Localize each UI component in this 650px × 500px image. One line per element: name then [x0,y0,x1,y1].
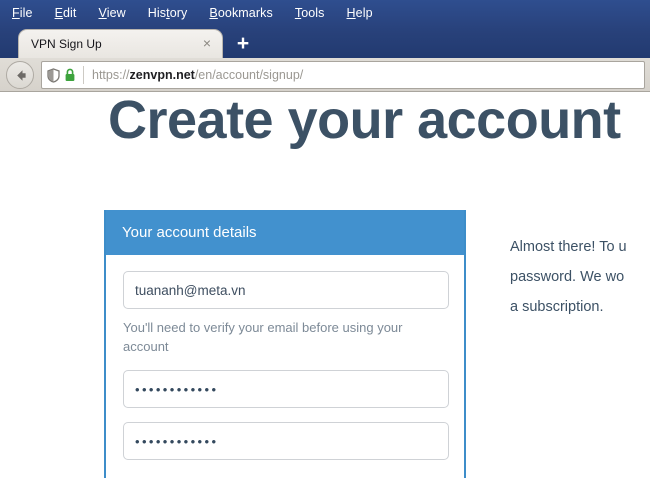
side-copy-line-3: a subscription. [510,299,604,315]
menu-label-help: elp [355,5,373,20]
page-title: Create your account [108,92,621,150]
menu-item-view[interactable]: View [99,6,126,20]
email-field-value: tuananh@meta.vn [135,282,246,298]
menu-accel-help: H [346,5,356,20]
close-icon[interactable]: × [198,35,216,53]
tab-title: VPN Sign Up [31,37,102,51]
account-details-panel: Your account details tuananh@meta.vn You… [104,210,466,478]
tab-vpn-sign-up[interactable]: VPN Sign Up × [18,29,223,58]
panel-header: Your account details [106,210,464,255]
menu-item-bookmarks[interactable]: Bookmarks [209,6,272,20]
menu-item-help[interactable]: Help [347,6,373,20]
menu-item-edit[interactable]: Edit [55,6,77,20]
page-content: Create your account Your account details… [0,92,650,500]
title-bar: File Edit View History Bookmarks Tools H… [0,0,650,58]
url-scheme: https:// [92,68,130,82]
menu-item-tools[interactable]: Tools [295,6,325,20]
browser-window: File Edit View History Bookmarks Tools H… [0,0,650,500]
menu-accel-edit: E [54,5,63,20]
url-separator [83,66,84,84]
menu-item-history[interactable]: History [148,6,188,20]
confirm-password-field[interactable]: •••••••••••• [123,422,449,460]
menu-label-file: ile [19,5,33,20]
side-copy-line-1: Almost there! To u [510,239,627,255]
email-field[interactable]: tuananh@meta.vn [123,271,449,309]
padlock-icon [64,68,76,82]
menu-label-tools: ools [301,5,325,20]
email-help-text: You'll need to verify your email before … [123,320,403,354]
back-arrow-icon [16,69,26,81]
menu-accel-bookmarks: B [209,5,218,20]
menu-label-edit: dit [63,5,77,20]
url-path: /en/account/signup/ [194,68,304,82]
password-field[interactable]: •••••••••••• [123,370,449,408]
menu-pre-history: His [147,5,167,20]
menu-item-file[interactable]: File [12,6,33,20]
menu-accel-view: V [98,5,107,20]
tab-strip: VPN Sign Up × + [0,25,650,58]
menu-bar: File Edit View History Bookmarks Tools H… [0,0,650,25]
side-copy: Almost there! To u password. We wo a sub… [510,232,650,322]
menu-label-bookmarks: ookmarks [217,5,273,20]
navigation-toolbar: https://zenvpn.net/en/account/signup/ [0,58,650,92]
url-text: https://zenvpn.net/en/account/signup/ [92,68,303,82]
menu-label-view: iew [106,5,126,20]
back-button[interactable] [6,61,34,89]
shield-icon [47,67,60,83]
side-copy-line-2: password. We wo [510,269,625,285]
password-field-value: •••••••••••• [135,381,219,397]
panel-body: tuananh@meta.vn You'll need to verify yo… [106,255,464,478]
url-host: zenvpn.net [129,68,195,82]
new-tab-icon[interactable]: + [233,33,253,54]
menu-accel-file: F [12,5,20,20]
confirm-password-field-value: •••••••••••• [135,433,219,449]
url-bar[interactable]: https://zenvpn.net/en/account/signup/ [41,61,645,89]
menu-label-history: ory [169,5,188,20]
